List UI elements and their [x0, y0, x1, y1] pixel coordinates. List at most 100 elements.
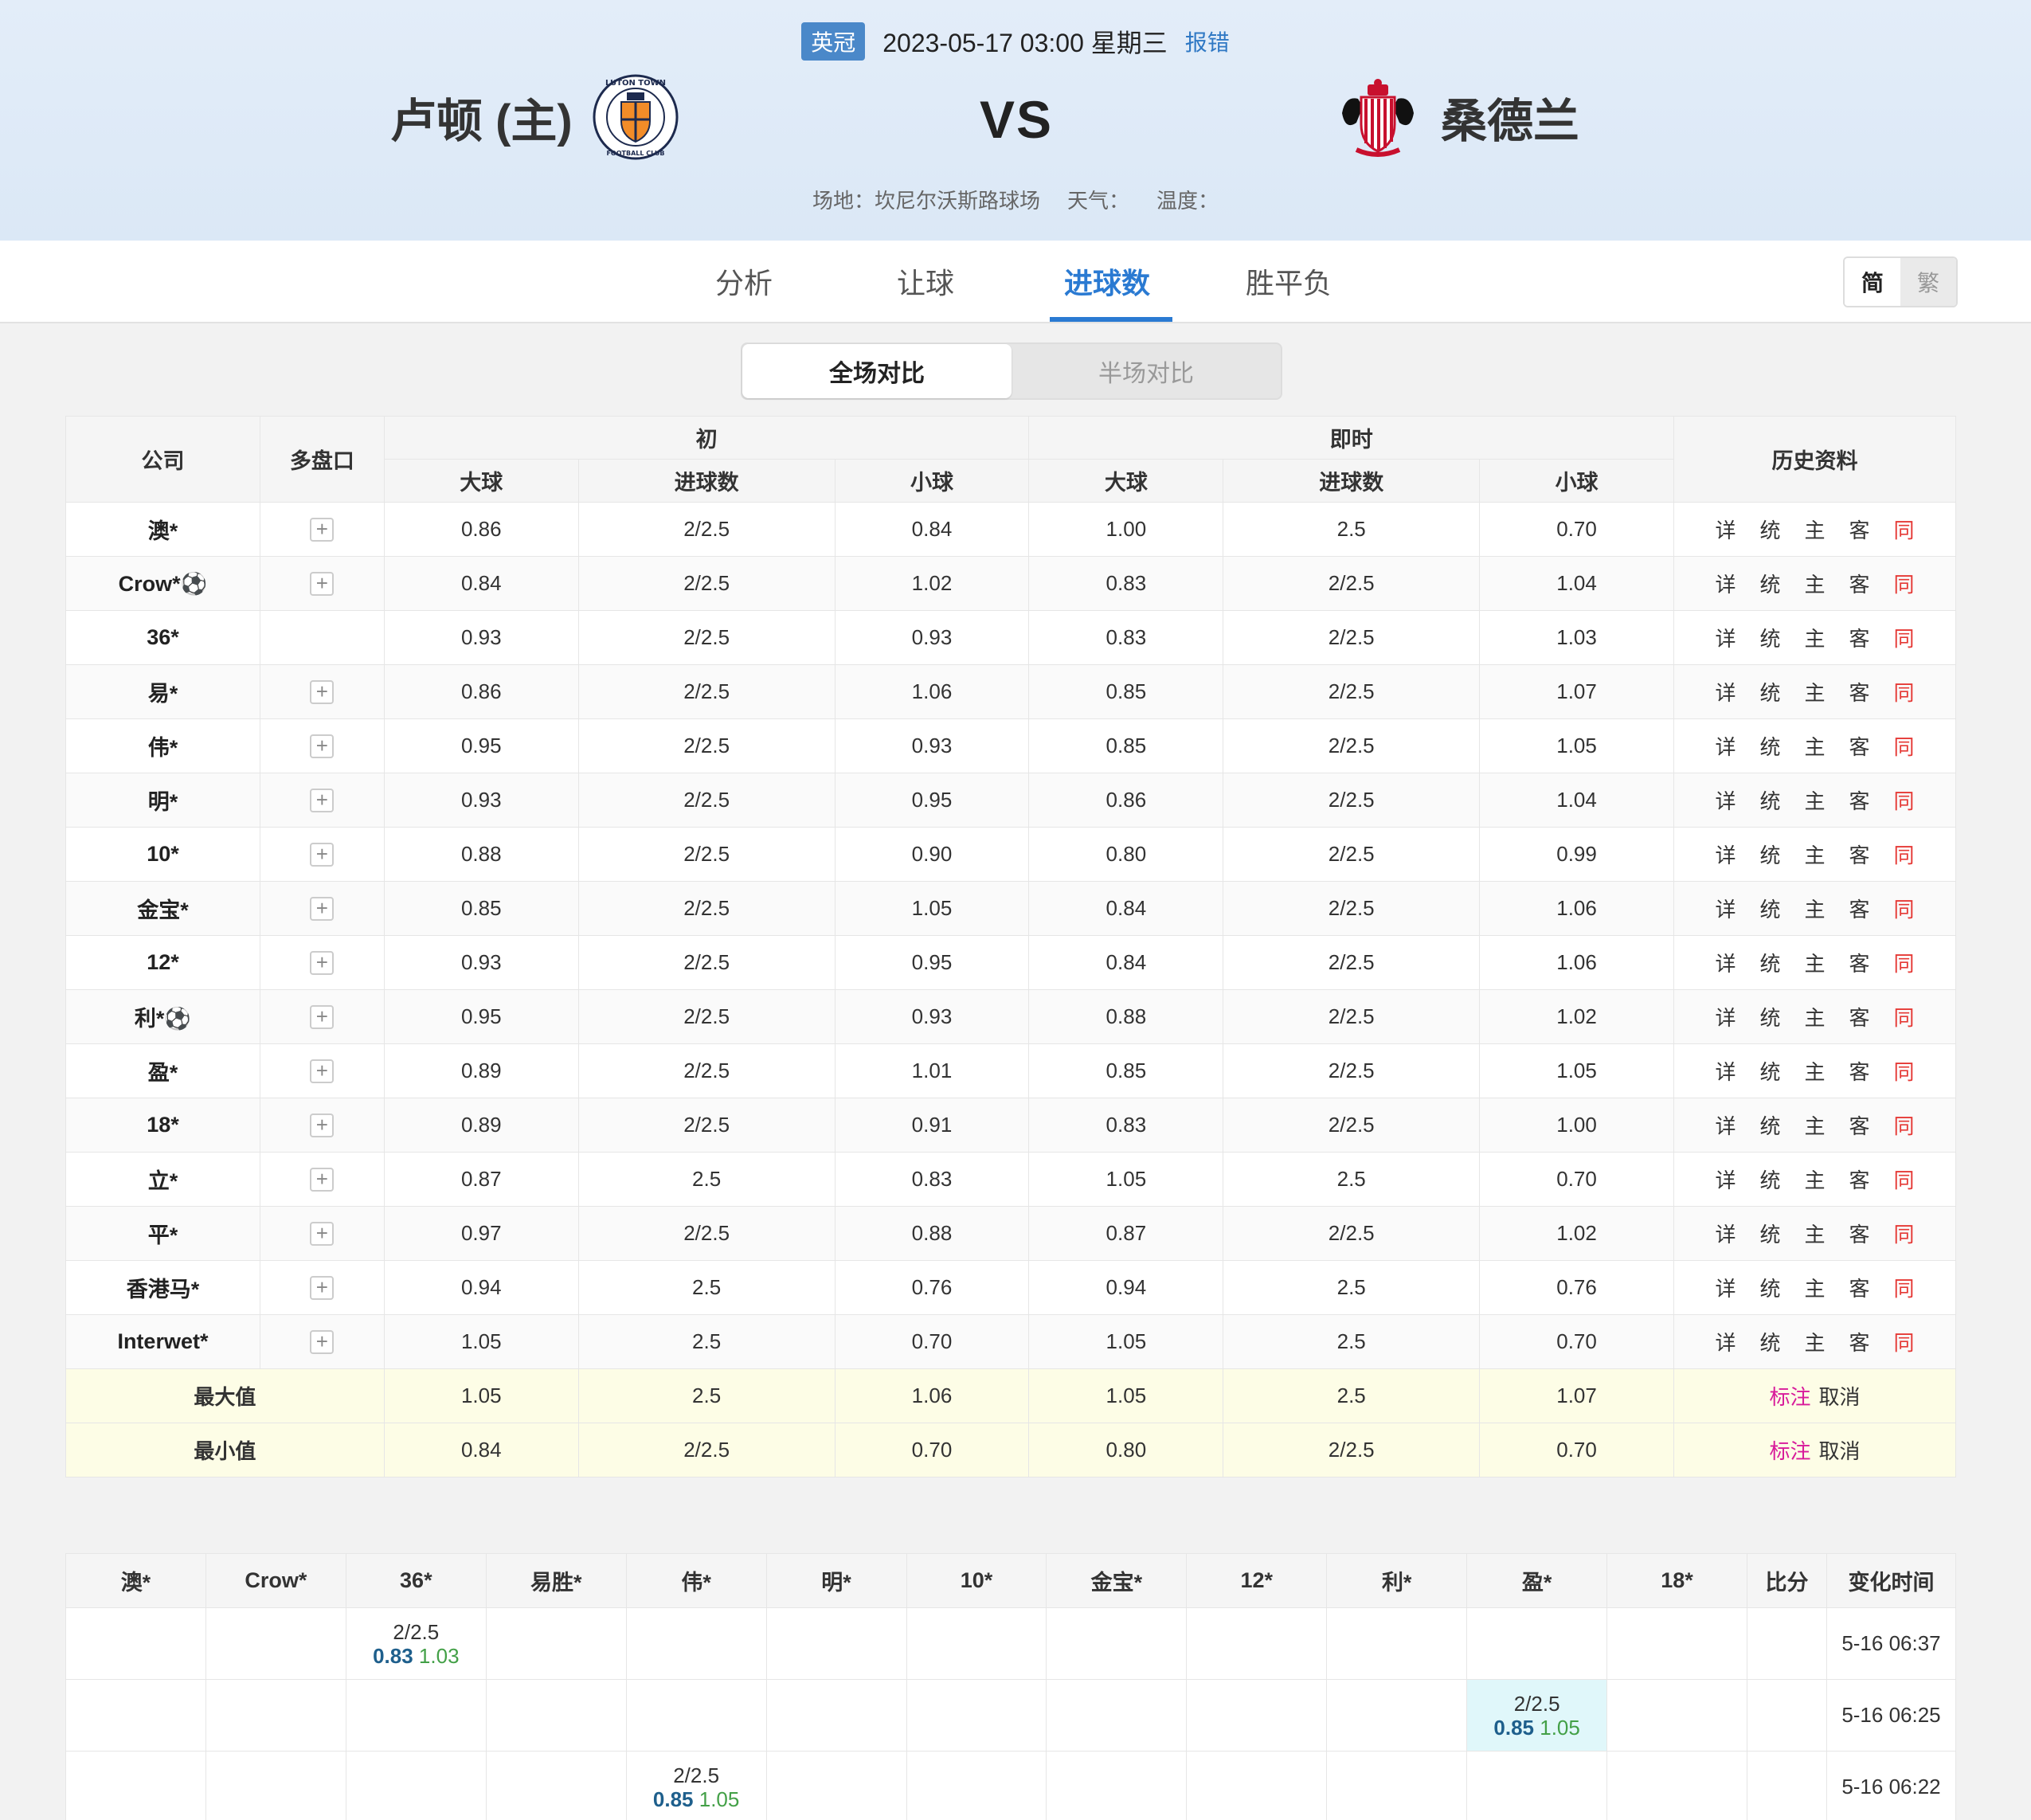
history-link[interactable]: 主 [1804, 1110, 1825, 1140]
odds-i-line[interactable]: 2/2.5 [577, 935, 835, 990]
history-link[interactable]: 统 [1759, 1110, 1780, 1140]
odds-i-under[interactable]: 0.76 [834, 1260, 1030, 1315]
odds-i-over[interactable]: 0.94 [383, 1260, 579, 1315]
mark-link[interactable]: 标注 [1769, 1385, 1810, 1409]
history-link[interactable]: 主 [1804, 1164, 1825, 1194]
odds-l-line[interactable]: 2.5 [1223, 1314, 1481, 1369]
odds-i-line[interactable]: 2/2.5 [577, 502, 835, 557]
history-link[interactable]: 统 [1759, 894, 1780, 923]
history-link[interactable]: 客 [1849, 1002, 1870, 1031]
history-link[interactable]: 统 [1759, 1219, 1780, 1248]
history-link[interactable]: 主 [1804, 623, 1825, 652]
history-link[interactable]: 客 [1849, 731, 1870, 761]
history-link[interactable]: 同 [1894, 1002, 1915, 1031]
odds-l-under[interactable]: 1.07 [1479, 664, 1674, 719]
history-link[interactable]: 同 [1894, 1110, 1915, 1140]
plus-icon[interactable]: + [310, 1059, 335, 1083]
plus-icon[interactable]: + [310, 1005, 335, 1029]
company-name[interactable]: 金宝* [65, 881, 260, 936]
history-link[interactable]: 详 [1715, 1273, 1736, 1302]
odds-i-under[interactable]: 0.70 [834, 1314, 1030, 1369]
company-name[interactable]: 12* [65, 935, 260, 990]
company-name[interactable]: 平* [65, 1206, 260, 1261]
odds-i-under[interactable]: 0.95 [834, 935, 1030, 990]
odds-i-over[interactable]: 0.88 [383, 827, 579, 882]
odds-l-line[interactable]: 2/2.5 [1223, 1043, 1481, 1098]
odds-l-line[interactable]: 2/2.5 [1223, 773, 1481, 828]
odds-l-over[interactable]: 0.85 [1028, 664, 1224, 719]
history-link[interactable]: 主 [1804, 1219, 1825, 1248]
odds-i-over[interactable]: 0.84 [383, 556, 579, 611]
history-link[interactable]: 主 [1804, 731, 1825, 761]
history-link[interactable]: 主 [1804, 677, 1825, 706]
odds-l-under[interactable]: 0.70 [1479, 502, 1674, 557]
tab-goals[interactable]: 进球数 [1016, 241, 1198, 322]
odds-l-over[interactable]: 1.00 [1028, 502, 1224, 557]
history-link[interactable]: 详 [1715, 515, 1736, 544]
plus-icon[interactable]: + [310, 789, 335, 812]
history-link[interactable]: 详 [1715, 731, 1736, 761]
odds-l-line[interactable]: 2.5 [1223, 502, 1481, 557]
odds-i-under[interactable]: 0.93 [834, 718, 1030, 773]
odds-l-over[interactable]: 0.80 [1028, 827, 1224, 882]
odds-l-line[interactable]: 2/2.5 [1223, 664, 1481, 719]
history-link[interactable]: 客 [1849, 840, 1870, 869]
odds-i-under[interactable]: 0.84 [834, 502, 1030, 557]
history-link[interactable]: 客 [1849, 623, 1870, 652]
odds-l-over[interactable]: 0.94 [1028, 1260, 1224, 1315]
odds-l-line[interactable]: 2/2.5 [1223, 1098, 1481, 1153]
company-name[interactable]: 伟* [65, 718, 260, 773]
history-link[interactable]: 主 [1804, 569, 1825, 598]
history-link[interactable]: 详 [1715, 1327, 1736, 1356]
history-link[interactable]: 同 [1894, 1273, 1915, 1302]
tab-1x2[interactable]: 胜平负 [1198, 241, 1379, 322]
cancel-link[interactable]: 取消 [1819, 1385, 1861, 1409]
odds-l-under[interactable]: 1.03 [1479, 610, 1674, 665]
history-link[interactable]: 客 [1849, 1164, 1870, 1194]
history-link[interactable]: 详 [1715, 1219, 1736, 1248]
odds-i-over[interactable]: 0.97 [383, 1206, 579, 1261]
odds-i-under[interactable]: 1.01 [834, 1043, 1030, 1098]
odds-i-over[interactable]: 0.87 [383, 1152, 579, 1207]
history-link[interactable]: 同 [1894, 569, 1915, 598]
odds-i-over[interactable]: 0.89 [383, 1098, 579, 1153]
plus-icon[interactable]: + [310, 951, 335, 975]
plus-icon[interactable]: + [310, 680, 335, 704]
company-name[interactable]: 明* [65, 773, 260, 828]
odds-i-under[interactable]: 1.06 [834, 664, 1030, 719]
odds-l-line[interactable]: 2.5 [1223, 1260, 1481, 1315]
odds-l-line[interactable]: 2.5 [1223, 1152, 1481, 1207]
history-link[interactable]: 统 [1759, 569, 1780, 598]
odds-i-line[interactable]: 2/2.5 [577, 881, 835, 936]
history-link[interactable]: 同 [1894, 840, 1915, 869]
history-link[interactable]: 详 [1715, 1056, 1736, 1086]
odds-i-under[interactable]: 1.05 [834, 881, 1030, 936]
odds-l-line[interactable]: 2/2.5 [1223, 827, 1481, 882]
home-team[interactable]: 卢顿 (主) LUTON TOWN FOOTBALL CLUB [390, 73, 679, 161]
company-name[interactable]: 香港马* [65, 1260, 260, 1315]
odds-i-line[interactable]: 2.5 [577, 1260, 835, 1315]
history-link[interactable]: 同 [1894, 785, 1915, 815]
odds-i-line[interactable]: 2/2.5 [577, 827, 835, 882]
history-link[interactable]: 客 [1849, 1273, 1870, 1302]
odds-l-under[interactable]: 1.02 [1479, 989, 1674, 1044]
lang-simplified-button[interactable]: 简 [1845, 258, 1900, 306]
company-name[interactable]: Crow*⚽ [65, 556, 260, 611]
odds-i-line[interactable]: 2.5 [577, 1314, 835, 1369]
plus-icon[interactable]: + [310, 1330, 335, 1354]
odds-l-under[interactable]: 1.00 [1479, 1098, 1674, 1153]
plus-icon[interactable]: + [310, 518, 335, 542]
report-error-link[interactable]: 报错 [1185, 25, 1230, 57]
cancel-link[interactable]: 取消 [1819, 1439, 1861, 1463]
odds-i-over[interactable]: 0.93 [383, 610, 579, 665]
history-link[interactable]: 客 [1849, 1219, 1870, 1248]
odds-i-line[interactable]: 2.5 [577, 1152, 835, 1207]
company-name[interactable]: 利*⚽ [65, 989, 260, 1044]
odds-i-under[interactable]: 1.02 [834, 556, 1030, 611]
odds-l-over[interactable]: 0.87 [1028, 1206, 1224, 1261]
odds-i-line[interactable]: 2/2.5 [577, 1098, 835, 1153]
odds-l-over[interactable]: 1.05 [1028, 1314, 1224, 1369]
history-link[interactable]: 同 [1894, 731, 1915, 761]
odds-i-over[interactable]: 0.95 [383, 989, 579, 1044]
odds-l-under[interactable]: 1.05 [1479, 718, 1674, 773]
